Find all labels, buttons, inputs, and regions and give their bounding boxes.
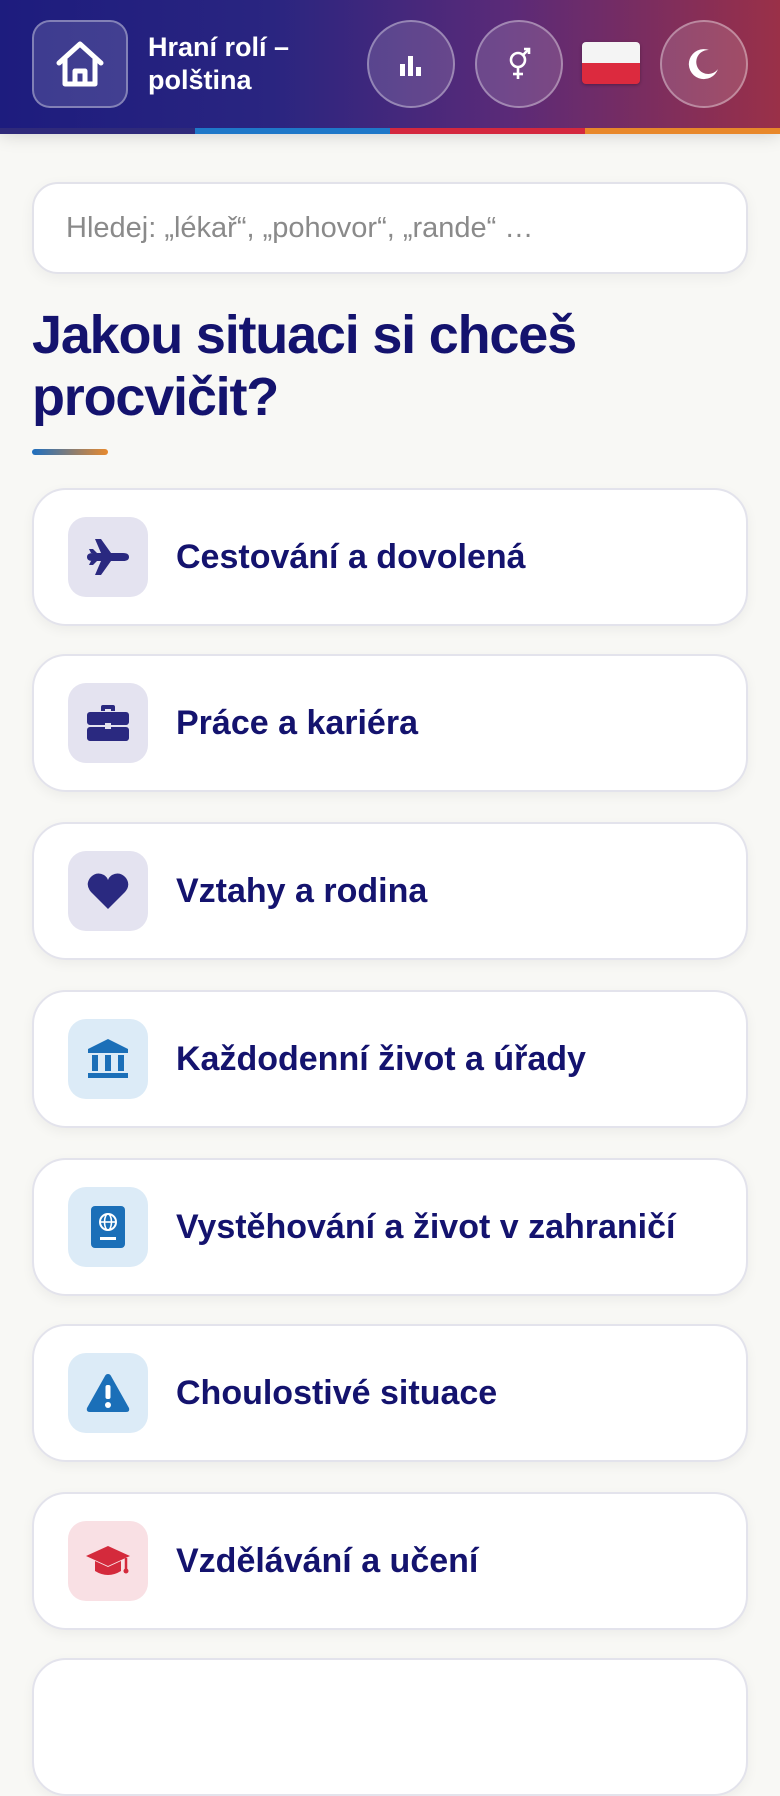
category-label: Vystěhování a život v zahraničí	[176, 1207, 676, 1246]
category-card-travel[interactable]: Cestování a dovolená	[32, 488, 748, 626]
category-label: Cestování a dovolená	[176, 537, 526, 576]
category-icon-box	[68, 1187, 148, 1267]
graduation-cap-icon	[86, 1546, 130, 1575]
category-label: Choulostivé situace	[176, 1373, 498, 1412]
home-button[interactable]	[32, 20, 128, 108]
category-card-relationships[interactable]: Vztahy a rodina	[32, 822, 748, 960]
category-icon-box	[68, 517, 148, 597]
category-card-everyday[interactable]: Každodenní život a úřady	[32, 990, 748, 1128]
passport-icon	[91, 1206, 125, 1248]
search-input[interactable]	[32, 182, 748, 274]
category-icon-box	[68, 851, 148, 931]
heart-icon	[87, 873, 129, 909]
category-label: Každodenní život a úřady	[176, 1039, 586, 1078]
category-label: Vztahy a rodina	[176, 871, 428, 910]
bar-chart-icon	[400, 56, 421, 76]
home-icon	[56, 41, 104, 87]
app-header: Hraní rolí – polština	[0, 0, 780, 128]
gender-button[interactable]	[475, 20, 563, 108]
category-icon-box	[68, 1019, 148, 1099]
stats-button[interactable]	[367, 20, 455, 108]
moon-icon	[688, 49, 718, 80]
briefcase-icon	[87, 705, 129, 741]
theme-toggle-button[interactable]	[660, 20, 748, 108]
category-label: Práce a kariéra	[176, 703, 418, 742]
category-card-education[interactable]: Vzdělávání a učení	[32, 1492, 748, 1630]
landmark-icon	[88, 1039, 128, 1078]
poland-flag-icon[interactable]	[582, 42, 640, 84]
category-icon-box	[68, 683, 148, 763]
category-card-sensitive[interactable]: Choulostivé situace	[32, 1324, 748, 1462]
gender-icon	[509, 47, 531, 79]
airplane-icon	[87, 539, 129, 575]
page-title: Jakou situaci si chceš procvičit?	[32, 305, 577, 427]
category-card-partial[interactable]	[32, 1658, 748, 1796]
warning-icon	[86, 1374, 130, 1412]
category-label: Vzdělávání a učení	[176, 1541, 479, 1580]
category-icon-box	[68, 1521, 148, 1601]
category-card-work[interactable]: Práce a kariéra	[32, 654, 748, 792]
category-card-emigration[interactable]: Vystěhování a život v zahraničí	[32, 1158, 748, 1296]
header-stripe	[0, 128, 780, 134]
category-icon-box	[68, 1353, 148, 1433]
app-title: Hraní rolí – polština	[148, 32, 290, 95]
title-underline	[32, 449, 108, 455]
